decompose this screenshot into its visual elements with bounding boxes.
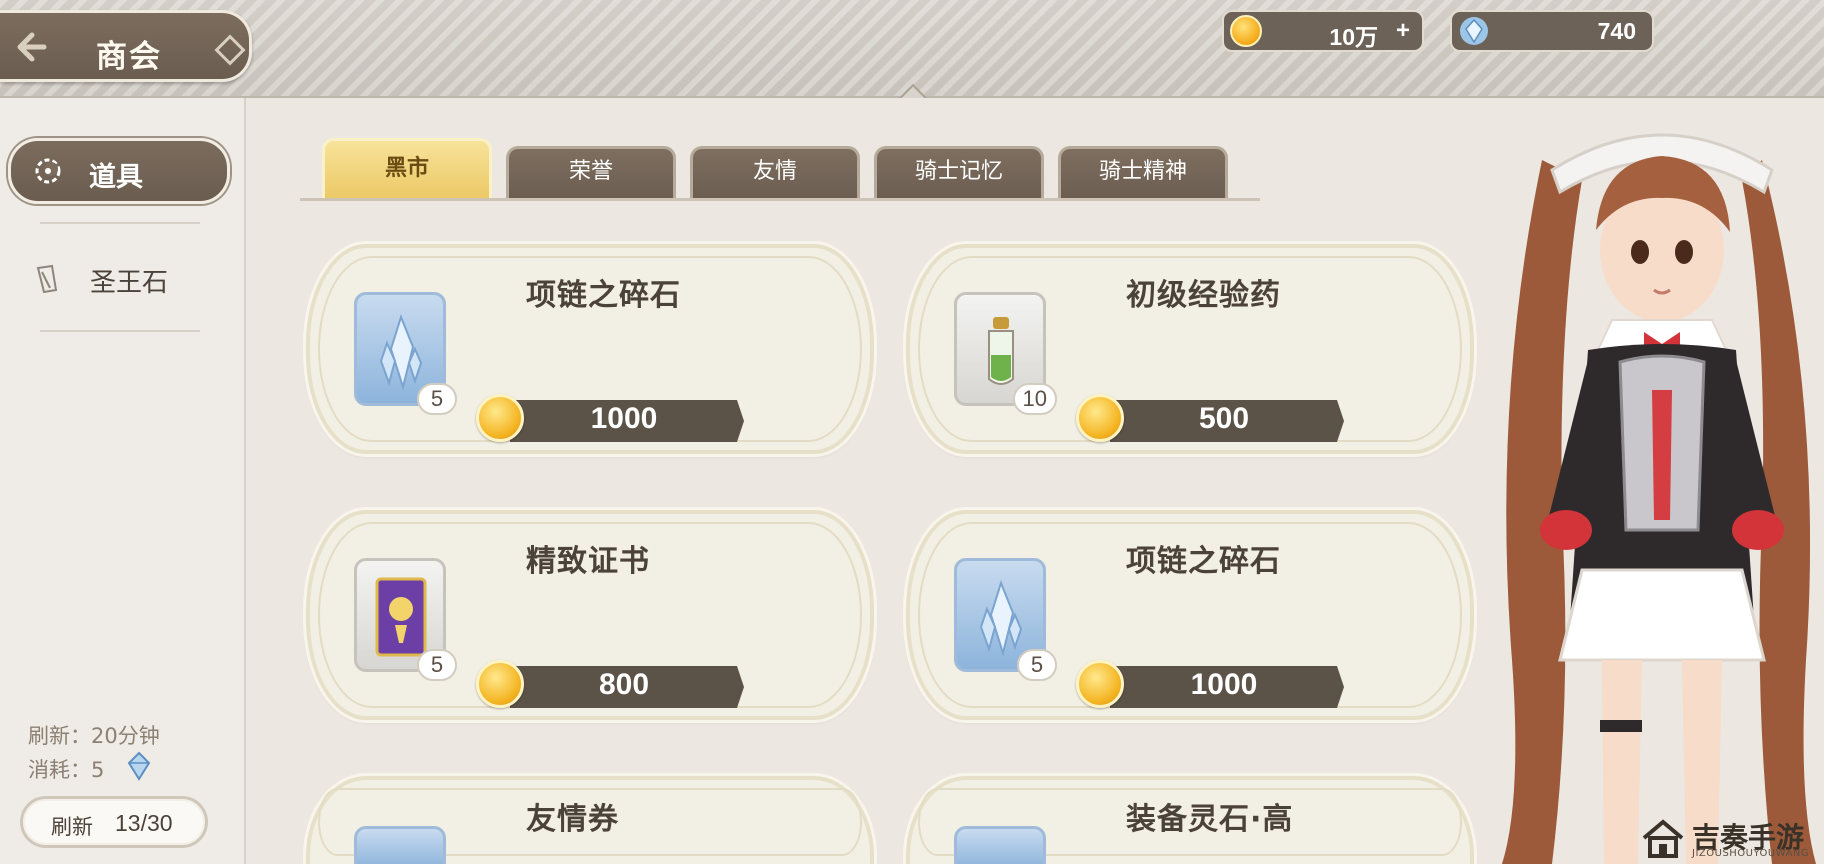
refresh-count: 13/30 — [115, 810, 173, 836]
sidebar-divider — [40, 222, 200, 224]
item-frame: 5 — [354, 292, 457, 415]
crystal-gem-icon — [127, 751, 151, 781]
sidebar-item-holy-stone[interactable]: 圣王石 — [30, 258, 220, 298]
gem-currency-display[interactable]: 740 — [1450, 10, 1654, 52]
back-arrow-icon[interactable] — [10, 27, 50, 67]
item-frame: 5 — [354, 558, 457, 681]
site-watermark: 吉奏手游网 JIZOUSHOUYOUWANG — [1636, 814, 1824, 864]
item-name: 项链之碎石 — [526, 278, 681, 313]
item-frame: 10 — [954, 292, 1057, 415]
tab-friendship[interactable]: 友情 — [690, 146, 860, 198]
item-name: 初级经验药 — [1126, 278, 1281, 313]
gold-amount: 10万 — [1329, 24, 1378, 50]
item-name: 装备灵石·高 — [1126, 802, 1294, 837]
watermark-subtext: JIZOUSHOUYOUWANG — [1692, 848, 1810, 859]
shop-item-card[interactable]: 10 初级经验药 500 — [906, 244, 1474, 454]
tab-knight-spirit[interactable]: 骑士精神 — [1058, 146, 1228, 198]
refresh-timer: 刷新：20分钟 — [28, 724, 160, 748]
quantity-badge: 5 — [1017, 649, 1057, 681]
sidebar-divider — [40, 330, 200, 332]
gold-currency-display[interactable]: 10万 + — [1222, 10, 1424, 52]
item-frame — [354, 826, 446, 864]
refresh-button[interactable]: 刷新 13/30 — [20, 796, 208, 848]
title-ornament-icon — [214, 34, 246, 66]
quantity-badge: 5 — [417, 383, 457, 415]
gold-coin-icon — [476, 394, 524, 442]
shop-item-card[interactable]: 友情券 — [306, 776, 874, 864]
maid-character-portrait — [1502, 133, 1816, 864]
item-price: 800 — [598, 668, 650, 701]
feather-stone-icon — [36, 264, 58, 294]
sidebar-item-items[interactable]: 道具 — [8, 138, 230, 204]
gold-coin-icon — [1076, 394, 1124, 442]
sidebar-item-label: 圣王石 — [90, 268, 169, 298]
gem-amount: 740 — [1597, 18, 1636, 44]
tabs-underline — [300, 198, 1260, 201]
crystal-gem-icon — [1458, 15, 1490, 47]
refresh-button-label: 刷新 — [51, 815, 93, 839]
item-price: 500 — [1198, 402, 1250, 435]
page-title: 商会 — [96, 39, 162, 75]
item-name: 精致证书 — [526, 544, 650, 579]
shop-item-card[interactable]: 装备灵石·高 — [906, 776, 1474, 864]
gold-coin-icon — [476, 660, 524, 708]
category-sidebar: 道具 圣王石 刷新：20分钟 消耗：5 刷新 13/30 — [0, 98, 246, 864]
item-frame: 5 — [954, 558, 1057, 681]
shop-item-card[interactable]: 5 项链之碎石 1000 — [906, 510, 1474, 720]
title-plate: 商会 — [0, 10, 252, 82]
item-name: 项链之碎石 — [1126, 544, 1281, 579]
item-frame — [954, 826, 1046, 864]
quantity-badge: 5 — [417, 649, 457, 681]
shop-item-card[interactable]: 5 项链之碎石 1000 — [306, 244, 874, 454]
house-logo-icon — [1642, 819, 1684, 858]
gold-coin-icon — [1076, 660, 1124, 708]
refresh-cost: 消耗：5 — [28, 758, 105, 782]
quantity-badge: 10 — [1012, 383, 1057, 415]
tab-honor[interactable]: 荣誉 — [506, 146, 676, 198]
item-price: 1000 — [590, 402, 658, 435]
add-gold-button[interactable]: + — [1396, 17, 1410, 45]
sidebar-item-label: 道具 — [89, 162, 143, 193]
moon-gear-icon — [35, 158, 61, 184]
tab-black-market[interactable]: 黑市 — [322, 138, 492, 198]
item-price: 1000 — [1190, 668, 1258, 701]
shop-item-card[interactable]: 5 精致证书 800 — [306, 510, 874, 720]
gold-coin-icon — [1230, 15, 1262, 47]
item-name: 友情券 — [526, 802, 619, 837]
tab-knight-memory[interactable]: 骑士记忆 — [874, 146, 1044, 198]
